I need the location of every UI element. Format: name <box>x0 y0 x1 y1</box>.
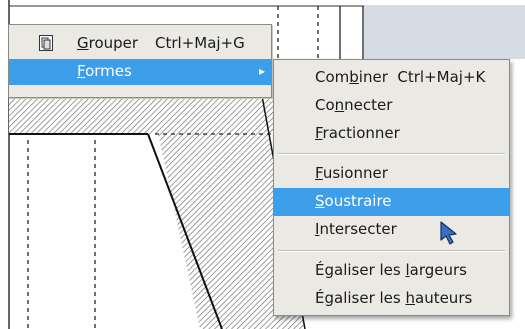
menu-item-label-rest: ormes <box>85 62 132 80</box>
menu-item-connecter[interactable]: Connecter <box>274 92 509 120</box>
menu-item-label: Combiner Ctrl+Maj+K <box>315 68 486 86</box>
menu-item-label-rest: rouper <box>88 34 139 52</box>
menu-separator <box>278 153 505 155</box>
menu-item-label: Fusionner <box>315 164 388 182</box>
menu-item-combiner[interactable]: Combiner Ctrl+Maj+K <box>274 64 509 92</box>
side-panel <box>364 0 525 59</box>
menu-item-label: Égaliser les largeurs <box>315 261 467 279</box>
menu-item-shortcut: Ctrl+Maj+G <box>155 34 245 52</box>
menu-item-grouper[interactable]: Grouper Ctrl+Maj+G <box>9 31 271 57</box>
menu-item-formes[interactable]: Formes ▸ <box>9 59 271 85</box>
group-icon <box>39 35 53 51</box>
context-menu: Grouper Ctrl+Maj+G Formes ▸ <box>8 24 272 98</box>
menu-item-label: Soustraire <box>315 192 392 210</box>
menu-item-label: Formes <box>77 62 132 80</box>
menu-item-fusionner[interactable]: Fusionner <box>274 160 509 188</box>
menu-item-soustraire[interactable]: Soustraire <box>274 188 509 216</box>
menu-item-egaliser-hauteurs[interactable]: Égaliser les hauteurs <box>274 285 509 313</box>
menu-item-label: Connecter <box>315 96 393 114</box>
menu-item-egaliser-largeurs[interactable]: Égaliser les largeurs <box>274 257 509 285</box>
menu-item-label: Intersecter <box>315 220 397 238</box>
mouse-cursor-icon <box>440 221 457 245</box>
menu-item-fractionner[interactable]: Fractionner <box>274 120 509 148</box>
menu-item-label: Fractionner <box>315 124 400 142</box>
submenu-arrow-icon: ▸ <box>259 64 266 78</box>
menu-item-label: Égaliser les hauteurs <box>315 289 473 307</box>
menu-item-label: Grouper <box>77 34 139 52</box>
menu-item-shortcut: Ctrl+Maj+K <box>397 68 486 86</box>
submenu-formes: Combiner Ctrl+Maj+K Connecter Fractionne… <box>273 59 510 316</box>
menu-separator <box>278 250 505 252</box>
menu-item-intersecter[interactable]: Intersecter <box>274 216 509 244</box>
